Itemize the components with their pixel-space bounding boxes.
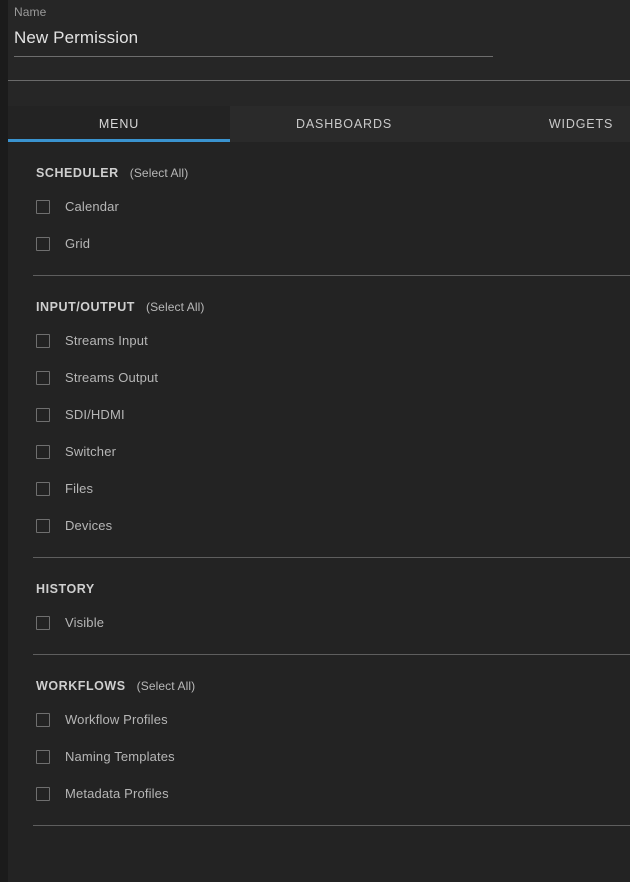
select-all-link[interactable]: (Select All)	[137, 679, 196, 693]
section-header: INPUT/OUTPUT (Select All)	[8, 276, 630, 322]
permission-item-label: Grid	[65, 236, 91, 251]
permission-item[interactable]: Metadata Profiles	[8, 775, 630, 812]
permission-item-label: Workflow Profiles	[65, 712, 168, 727]
permission-section: WORKFLOWS (Select All) Workflow Profiles Na…	[8, 655, 630, 826]
permission-item[interactable]: Streams Input	[8, 322, 630, 359]
permission-item-label: Switcher	[65, 444, 117, 459]
tab-menu-label: MENU	[98, 117, 140, 131]
name-input-underline	[14, 56, 493, 57]
menu-permissions-list[interactable]: SCHEDULER (Select All) Calendar Grid INPUT/O…	[8, 142, 630, 882]
checkbox-icon[interactable]	[36, 749, 50, 764]
tab-dashboards-label: DASHBOARDS	[295, 117, 393, 131]
permission-item[interactable]: Grid	[8, 225, 630, 262]
tab-widgets-label: WIDGETS	[548, 117, 614, 131]
checkbox-icon[interactable]	[36, 615, 50, 630]
tab-dashboards[interactable]: DASHBOARDS	[230, 106, 458, 142]
name-field-label: Name	[14, 5, 47, 19]
checkbox-icon[interactable]	[36, 481, 50, 496]
checkbox-icon[interactable]	[36, 712, 50, 727]
permission-panel: Name MENU DASHBOARDS WIDGETS SCHEDULER (S…	[8, 0, 630, 882]
permission-item[interactable]: Switcher	[8, 433, 630, 470]
checkbox-icon[interactable]	[36, 518, 50, 533]
permission-item-label: Files	[65, 481, 94, 496]
permission-section: HISTORY Visible	[8, 558, 630, 655]
section-title: HISTORY	[36, 582, 95, 596]
section-title: WORKFLOWS	[36, 679, 126, 693]
permission-item[interactable]: Streams Output	[8, 359, 630, 396]
permission-item-label: Devices	[65, 518, 113, 533]
name-input[interactable]	[14, 28, 484, 48]
header-divider	[8, 80, 630, 81]
permission-item-label: Visible	[65, 615, 105, 630]
checkbox-icon[interactable]	[36, 236, 50, 251]
section-header: HISTORY	[8, 558, 630, 604]
section-header: SCHEDULER (Select All)	[8, 142, 630, 188]
tab-menu[interactable]: MENU	[8, 106, 230, 142]
permission-item-label: Calendar	[65, 199, 119, 214]
permission-item[interactable]: Naming Templates	[8, 738, 630, 775]
permission-item-label: SDI/HDMI	[65, 407, 125, 422]
permission-section: INPUT/OUTPUT (Select All) Streams Input Str…	[8, 276, 630, 558]
permission-item[interactable]: Calendar	[8, 188, 630, 225]
section-title: INPUT/OUTPUT	[36, 300, 135, 314]
checkbox-icon[interactable]	[36, 199, 50, 214]
permission-item[interactable]: Files	[8, 470, 630, 507]
checkbox-icon[interactable]	[36, 407, 50, 422]
checkbox-icon[interactable]	[36, 786, 50, 801]
checkbox-icon[interactable]	[36, 444, 50, 459]
permission-item[interactable]: SDI/HDMI	[8, 396, 630, 433]
section-title: SCHEDULER	[36, 166, 119, 180]
permission-item-label: Metadata Profiles	[65, 786, 169, 801]
permission-item-label: Naming Templates	[65, 749, 175, 764]
name-field-block: Name	[8, 0, 630, 80]
select-all-link[interactable]: (Select All)	[130, 166, 189, 180]
section-header: WORKFLOWS (Select All)	[8, 655, 630, 701]
permission-editor-dialog: Name MENU DASHBOARDS WIDGETS SCHEDULER (S…	[0, 0, 630, 882]
checkbox-icon[interactable]	[36, 333, 50, 348]
permission-item-label: Streams Input	[65, 333, 148, 348]
checkbox-icon[interactable]	[36, 370, 50, 385]
tab-widgets[interactable]: WIDGETS	[458, 106, 630, 142]
permission-item[interactable]: Workflow Profiles	[8, 701, 630, 738]
permission-item[interactable]: Visible	[8, 604, 630, 641]
left-gutter	[0, 0, 8, 882]
permission-section: SCHEDULER (Select All) Calendar Grid	[8, 142, 630, 276]
section-divider	[33, 825, 630, 826]
permission-item[interactable]: Devices	[8, 507, 630, 544]
permission-item-label: Streams Output	[65, 370, 159, 385]
select-all-link[interactable]: (Select All)	[146, 300, 205, 314]
tab-bar: MENU DASHBOARDS WIDGETS	[8, 106, 630, 142]
